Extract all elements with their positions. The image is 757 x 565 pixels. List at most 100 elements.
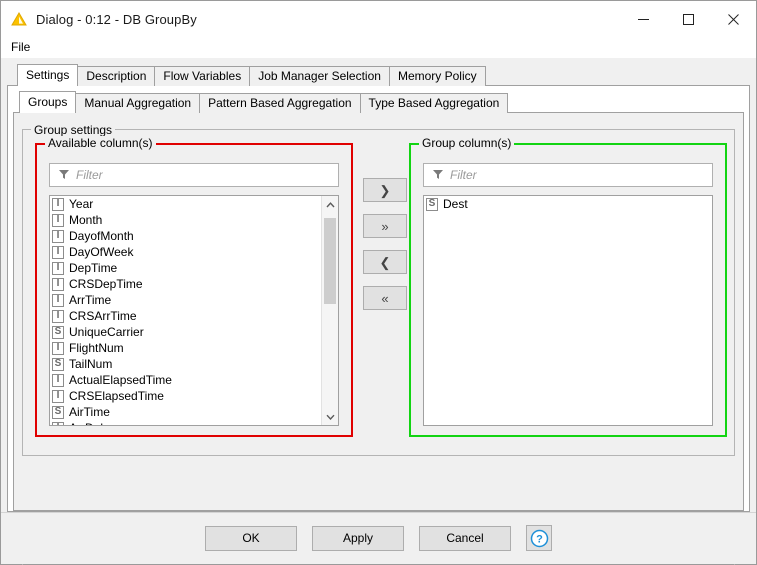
list-item-label: FlightNum [69,341,124,355]
list-item[interactable]: I CRSArrTime [50,308,321,324]
string-type-icon: S [52,405,64,419]
move-all-right-button[interactable]: » [363,214,407,238]
integer-type-icon: I [52,197,64,211]
list-item-label: DayOfWeek [69,245,134,259]
close-icon[interactable] [711,1,756,37]
help-button[interactable]: ? [526,525,552,551]
list-item[interactable]: I Month [50,212,321,228]
integer-type-icon: I [52,229,64,243]
maximize-icon[interactable] [666,1,711,37]
tab-groups[interactable]: Groups [19,91,77,113]
integer-type-icon: I [52,373,64,387]
tab-type-based-aggregation[interactable]: Type Based Aggregation [359,93,509,113]
group-columns-legend: Group column(s) [419,136,515,150]
list-item[interactable]: I ActualElapsedTime [50,372,321,388]
available-filter-placeholder: Filter [76,168,103,182]
list-item-label: ArrDelay [69,421,116,425]
list-item-label: Dest [443,197,468,211]
list-item-label: DepTime [69,261,118,275]
svg-text:?: ? [536,533,543,545]
tab-manual-aggregation[interactable]: Manual Aggregation [75,93,201,113]
dialog-window: Dialog - 0:12 - DB GroupBy File Settings… [0,0,757,565]
list-item[interactable]: S TailNum [50,356,321,372]
list-item-label: ArrTime [69,293,112,307]
window-title: Dialog - 0:12 - DB GroupBy [36,11,197,27]
list-item[interactable]: S Dest [424,196,712,212]
inner-tab-bar: Groups Manual Aggregation Pattern Based … [13,91,744,113]
menu-item-file[interactable]: File [1,38,39,56]
scroll-up-icon[interactable] [322,196,338,213]
list-item-label: CRSElapsedTime [69,389,164,403]
list-item[interactable]: I CRSElapsedTime [50,388,321,404]
list-item[interactable]: S UniqueCarrier [50,324,321,340]
list-item-label: AirTime [69,405,110,419]
scrollbar-thumb[interactable] [324,218,336,304]
integer-type-icon: I [52,293,64,307]
move-left-button[interactable]: ❮ [363,250,407,274]
settings-tab-panel: Groups Manual Aggregation Pattern Based … [7,85,750,565]
tab-description[interactable]: Description [77,66,156,86]
scroll-down-icon[interactable] [322,408,338,425]
group-settings-legend: Group settings [31,123,116,137]
tab-settings[interactable]: Settings [17,64,79,86]
footer-divider [1,512,756,513]
list-item-label: CRSArrTime [69,309,137,323]
group-settings-panel: Group settings Available column(s) Filte… [22,123,735,456]
list-item[interactable]: I DepTime [50,260,321,276]
list-item[interactable]: I ArrTime [50,292,321,308]
list-item-label: CRSDepTime [69,277,143,291]
group-filter-placeholder: Filter [450,168,477,182]
list-item[interactable]: I DayofMonth [50,228,321,244]
tab-pattern-based-aggregation[interactable]: Pattern Based Aggregation [199,93,361,113]
integer-type-icon: I [52,421,64,425]
dialog-footer: OK Apply Cancel ? [1,512,756,564]
ok-button[interactable]: OK [205,525,297,551]
list-item[interactable]: S AirTime [50,404,321,420]
menu-bar: File [1,37,756,58]
available-filter-input[interactable]: Filter [49,163,339,187]
cancel-button[interactable]: Cancel [419,525,511,551]
groups-tab-panel: Group settings Available column(s) Filte… [13,112,744,565]
integer-type-icon: I [52,213,64,227]
tab-memory-policy[interactable]: Memory Policy [388,66,486,86]
move-all-left-button[interactable]: « [363,286,407,310]
apply-button[interactable]: Apply [312,525,404,551]
funnel-icon [58,168,70,183]
funnel-icon [432,168,444,183]
list-item[interactable]: I FlightNum [50,340,321,356]
list-item-label: UniqueCarrier [69,325,144,339]
move-right-button[interactable]: ❯ [363,178,407,202]
list-item-label: TailNum [69,357,113,371]
group-columns-panel: Group column(s) Filter S Dest [409,136,727,437]
available-columns-panel: Available column(s) Filter I Year I Month I D… [35,136,353,437]
list-item[interactable]: I ArrDelay [50,420,321,425]
title-bar: Dialog - 0:12 - DB GroupBy [1,1,756,37]
dialog-body: Settings Description Flow Variables Job … [1,58,756,565]
transfer-button-group: ❯ » ❮ « [363,178,407,322]
string-type-icon: S [52,325,64,339]
list-item-label: Month [69,213,103,227]
knime-triangle-icon [10,10,28,28]
integer-type-icon: I [52,389,64,403]
string-type-icon: S [426,197,438,211]
available-columns-list[interactable]: I Year I Month I DayofMonth I DayOfWeek I DepTime… [49,195,339,426]
available-list-scrollbar[interactable] [321,196,338,425]
integer-type-icon: I [52,277,64,291]
list-item[interactable]: I CRSDepTime [50,276,321,292]
group-filter-input[interactable]: Filter [423,163,713,187]
list-item-label: ActualElapsedTime [69,373,172,387]
list-item-label: DayofMonth [69,229,134,243]
minimize-icon[interactable] [621,1,666,37]
tab-job-manager-selection[interactable]: Job Manager Selection [249,66,390,86]
string-type-icon: S [52,357,64,371]
help-question-icon: ? [530,529,548,547]
group-columns-list[interactable]: S Dest [423,195,713,426]
tab-flow-variables[interactable]: Flow Variables [154,66,251,86]
list-item[interactable]: I DayOfWeek [50,244,321,260]
list-item[interactable]: I Year [50,196,321,212]
integer-type-icon: I [52,309,64,323]
integer-type-icon: I [52,341,64,355]
integer-type-icon: I [52,261,64,275]
outer-tab-bar: Settings Description Flow Variables Job … [7,64,750,86]
list-item-label: Year [69,197,94,211]
